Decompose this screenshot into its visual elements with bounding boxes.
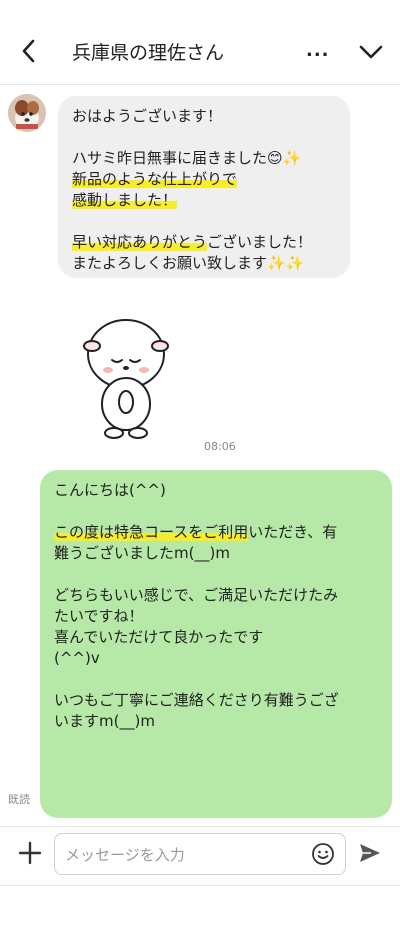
outgoing-line: こんにちは(^^) [54,481,166,499]
avatar-dog-icon [8,94,46,132]
read-receipt: 既読 [8,793,30,806]
chevron-down-icon[interactable] [356,40,386,64]
incoming-line: 感動しました！ [72,190,342,211]
outgoing-line: どちらもいい感じで、ご満足いただけたみ [54,586,339,604]
incoming-highlighted-text: 早い対応ありがとう [72,233,208,251]
avatar[interactable] [8,94,46,132]
outgoing-line [54,669,384,690]
message-input-bar: メッセージを入力 [0,826,400,886]
plus-icon[interactable] [18,841,42,865]
sticker-sheep-bowing[interactable] [80,312,172,440]
incoming-line: 新品のような仕上がりで [72,169,342,190]
emoji-icon[interactable] [311,842,335,866]
chat-header: 兵庫県の理佐さん ... [0,0,400,85]
outgoing-highlighted-text: この度は特急コースをご利用 [54,523,249,541]
outgoing-line: いつもご丁寧にご連絡くださり有難うござ [54,691,339,709]
incoming-highlighted-text: 新品のような仕上がりで [72,170,238,188]
message-timestamp: 08:06 [204,440,236,453]
outgoing-line: 難うございましたm(__)m [54,544,230,562]
back-arrow-icon[interactable] [16,36,42,66]
send-icon[interactable] [358,841,382,865]
outgoing-message-text: こんにちは(^^) この度は特急コースをご利用いただき、有 難うございましたm(_… [54,480,384,732]
outgoing-line: この度は特急コースをご利用いただき、有 [54,523,338,541]
outgoing-line: (^^)v [54,649,100,667]
incoming-message-text: おはようございます！ ハサミ昨日無事に届きました😊✨ 新品のような仕上がりで 感動し… [72,106,342,274]
incoming-highlighted-text: 感動しました！ [72,191,178,209]
outgoing-line: いますm(__)m [54,712,155,730]
outgoing-line [54,501,384,522]
message-input[interactable]: メッセージを入力 [54,833,346,875]
outgoing-message-bubble[interactable]: こんにちは(^^) この度は特急コースをご利用いただき、有 難うございましたm(_… [40,470,392,818]
incoming-line [72,211,342,232]
outgoing-line: たいですね！ [54,607,144,625]
more-options-button[interactable]: ... [306,40,330,61]
message-input-placeholder: メッセージを入力 [65,846,185,864]
chat-title: 兵庫県の理佐さん [72,42,225,64]
outgoing-line: 喜んでいただけて良かったです [54,628,264,646]
incoming-line: ハサミ昨日無事に届きました😊✨ [72,149,302,167]
outgoing-line [54,564,384,585]
incoming-message-bubble[interactable]: おはようございます！ ハサミ昨日無事に届きました😊✨ 新品のような仕上がりで 感動し… [58,96,350,278]
incoming-line [72,127,342,148]
incoming-line: またよろしくお願い致します✨✨ [72,254,305,272]
incoming-line: 早い対応ありがとうございました！ [72,233,313,251]
incoming-line: おはようございます！ [72,107,223,125]
